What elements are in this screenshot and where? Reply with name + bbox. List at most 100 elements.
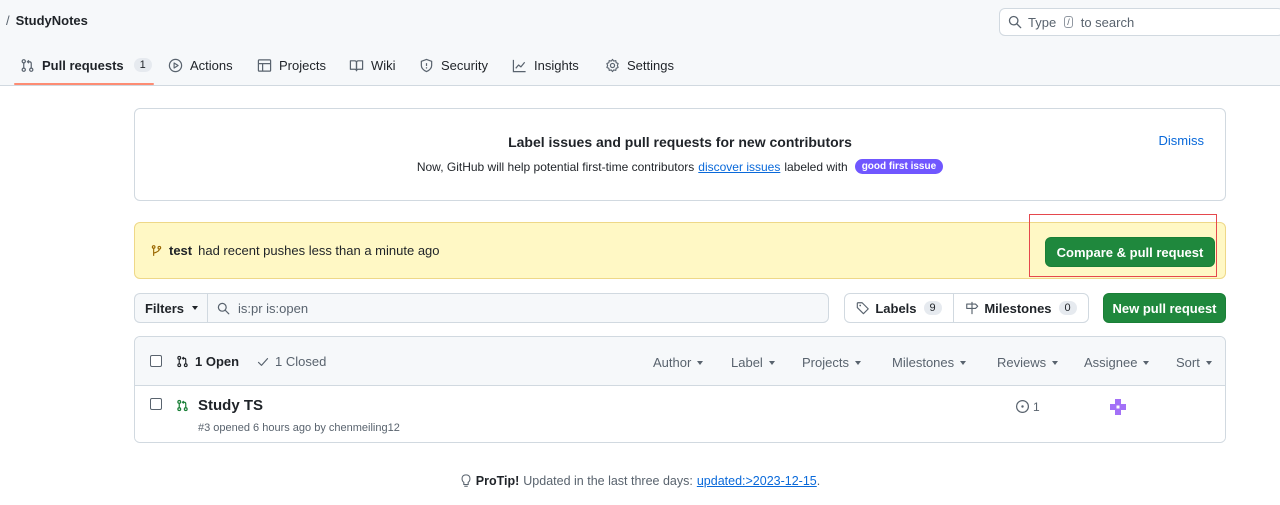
pr-search-input[interactable]: is:pr is:open: [207, 293, 829, 323]
book-icon: [349, 59, 364, 71]
banner-title: Label issues and pull requests for new c…: [508, 134, 852, 150]
top-bar: / StudyNotes Type / to search: [0, 0, 1280, 44]
tab-label: Insights: [534, 57, 579, 73]
sort-filter[interactable]: Sort: [1176, 355, 1212, 370]
reviews-filter-label: Reviews: [997, 355, 1047, 370]
table-row[interactable]: Study TS #3 opened 6 hours ago by chenme…: [135, 386, 1225, 442]
good-first-issue-badge[interactable]: good first issue: [854, 159, 944, 174]
graph-icon: [512, 59, 526, 72]
pull-request-meta: #3 opened 6 hours ago by chenmeiling12: [198, 422, 400, 434]
repo-name-link[interactable]: StudyNotes: [16, 13, 88, 28]
tab-label: Wiki: [371, 57, 396, 73]
breadcrumb-separator: /: [6, 13, 10, 28]
chevron-down-icon: [854, 360, 861, 365]
open-count-label: 1 Open: [195, 354, 240, 369]
milestones-label: Milestones: [984, 300, 1052, 316]
pull-request-list: 1 Open 1 Closed Author Label Projects Mi…: [134, 336, 1226, 443]
milestones-button[interactable]: Milestones 0: [953, 293, 1089, 323]
shield-icon: [420, 58, 433, 72]
protip: ProTip! Updated in the last three days: …: [0, 474, 1280, 488]
banner-desc-text: Now, GitHub will help potential first-ti…: [416, 159, 695, 174]
banner-description: Now, GitHub will help potential first-ti…: [135, 159, 1225, 174]
global-search-input[interactable]: Type / to search: [999, 8, 1280, 36]
assignee-avatar[interactable]: [1109, 398, 1127, 416]
projects-filter[interactable]: Projects: [802, 355, 861, 370]
branch-name[interactable]: test: [169, 243, 192, 258]
git-pull-request-icon: [177, 355, 188, 368]
recent-push-message: test had recent pushes less than a minut…: [150, 243, 440, 258]
discover-issues-link[interactable]: discover issues: [698, 160, 780, 174]
tab-projects[interactable]: Projects: [257, 44, 326, 86]
gear-icon: [606, 58, 619, 72]
tab-pull-requests[interactable]: Pull requests 1: [20, 44, 152, 86]
protip-text: Updated in the last three days:: [523, 474, 693, 488]
chevron-down-icon: [192, 306, 198, 310]
protip-suffix: .: [816, 474, 821, 488]
open-filter[interactable]: 1 Open: [176, 354, 239, 369]
search-placeholder-suffix: to search: [1080, 14, 1135, 30]
active-tab-underline: [14, 83, 154, 85]
milestones-filter[interactable]: Milestones: [892, 355, 967, 370]
select-all-checkbox[interactable]: [150, 355, 162, 367]
chevron-down-icon: [1052, 360, 1059, 365]
filters-dropdown-button[interactable]: Filters: [134, 293, 208, 323]
closed-count-label: 1 Closed: [275, 354, 327, 369]
author-filter[interactable]: Author: [653, 355, 704, 370]
new-contributors-banner: Label issues and pull requests for new c…: [134, 108, 1226, 201]
reviews-filter[interactable]: Reviews: [997, 355, 1059, 370]
tab-label: Settings: [627, 57, 674, 73]
tab-label: Actions: [190, 57, 233, 73]
list-header: 1 Open 1 Closed Author Label Projects Mi…: [135, 337, 1225, 386]
tab-settings[interactable]: Settings: [605, 44, 674, 86]
dot-circle-icon: [1015, 399, 1030, 414]
dismiss-button[interactable]: Dismiss: [1159, 133, 1205, 148]
tab-label: Security: [441, 57, 488, 73]
pull-request-title-link[interactable]: Study TS: [198, 397, 263, 414]
light-bulb-icon: [461, 474, 471, 487]
tab-insights[interactable]: Insights: [512, 44, 579, 86]
tab-label: Projects: [279, 57, 326, 73]
open-pull-request-icon: [177, 399, 188, 412]
label-filter[interactable]: Label: [731, 355, 775, 370]
tab-security[interactable]: Security: [419, 44, 488, 86]
repo-nav: Pull requests 1 Actions Projects Wiki Se…: [0, 44, 1280, 86]
banner-desc-text-after: labeled with: [784, 159, 848, 174]
chevron-down-icon: [768, 360, 775, 365]
search-query: is:pr is:open: [238, 300, 309, 316]
tab-wiki[interactable]: Wiki: [349, 44, 396, 86]
filters-label: Filters: [144, 300, 184, 316]
milestone-icon: [966, 301, 979, 315]
milestones-count: 0: [1058, 301, 1077, 315]
assignee-filter-label: Assignee: [1084, 355, 1138, 370]
git-pull-request-icon: [21, 58, 34, 72]
author-filter-label: Author: [653, 355, 692, 370]
search-placeholder-prefix: Type: [1028, 14, 1057, 30]
chevron-down-icon: [1205, 360, 1212, 365]
tag-icon: [857, 302, 870, 315]
protip-label: ProTip!: [475, 474, 520, 488]
play-icon: [168, 58, 183, 72]
row-checkbox[interactable]: [150, 398, 162, 410]
tab-actions[interactable]: Actions: [168, 44, 233, 86]
review-count[interactable]: 1: [1015, 399, 1040, 414]
push-message-text: had recent pushes less than a minute ago: [198, 243, 440, 258]
pull-requests-counter: 1: [133, 58, 152, 72]
tab-label: Pull requests: [42, 57, 124, 73]
chevron-down-icon: [1143, 360, 1150, 365]
closed-filter[interactable]: 1 Closed: [257, 354, 326, 369]
new-pull-request-button[interactable]: New pull request: [1103, 293, 1226, 323]
labels-button[interactable]: Labels 9: [844, 293, 954, 323]
sort-filter-label: Sort: [1176, 355, 1200, 370]
review-count-value: 1: [1033, 399, 1040, 414]
annotation-highlight-box: [1029, 214, 1217, 277]
chevron-down-icon: [697, 360, 704, 365]
projects-filter-label: Projects: [802, 355, 849, 370]
protip-query-link[interactable]: updated:>2023-12-15: [697, 474, 817, 488]
label-filter-label: Label: [731, 355, 763, 370]
table-icon: [257, 58, 272, 72]
assignee-filter[interactable]: Assignee: [1084, 355, 1150, 370]
milestones-filter-label: Milestones: [892, 355, 955, 370]
search-icon: [217, 302, 230, 314]
chevron-down-icon: [960, 360, 967, 365]
breadcrumb: / StudyNotes: [0, 13, 88, 28]
